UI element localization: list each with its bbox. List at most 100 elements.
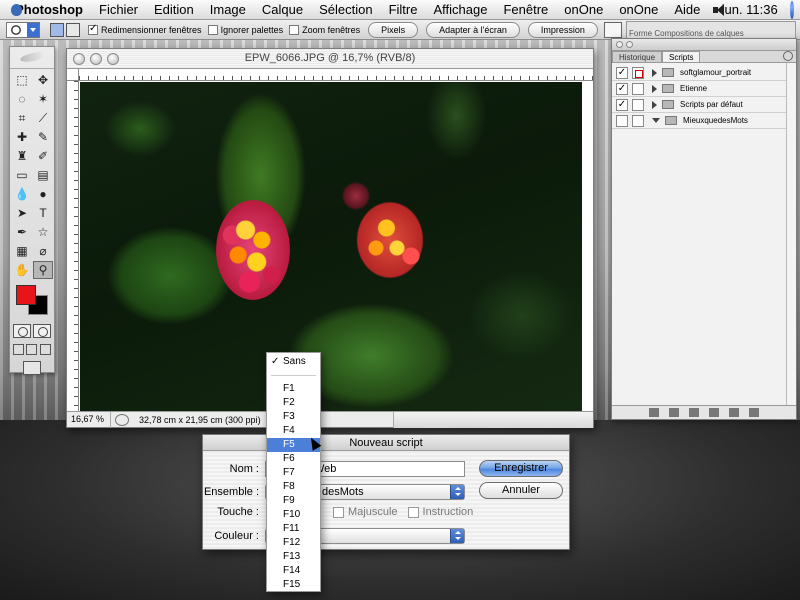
crop-tool-icon[interactable]: ⌗ (12, 109, 32, 127)
zoom-in-button[interactable] (50, 22, 64, 37)
palette-minimize-button[interactable] (626, 41, 633, 48)
dropdown-item[interactable]: F6 (267, 452, 320, 466)
action-set-row[interactable]: ✓ Etienne (612, 81, 796, 97)
dropdown-item[interactable]: F9 (267, 494, 320, 508)
palette-well-tabs[interactable]: Forme Compositions de calques (626, 20, 796, 39)
path-selection-tool-icon[interactable]: ➤ (12, 204, 32, 222)
action-set-row[interactable]: MieuxquedesMots (612, 113, 796, 129)
menu-edition[interactable]: Edition (146, 0, 202, 20)
document-titlebar[interactable]: EPW_6066.JPG @ 16,7% (RVB/8) (67, 49, 593, 69)
gradient-tool-icon[interactable]: ▤ (33, 166, 53, 184)
shape-tool-icon[interactable]: ☆ (33, 223, 53, 241)
print-size-button[interactable]: Impression (527, 21, 598, 38)
jump-to-imageready-icon[interactable] (23, 361, 41, 375)
zoom-tool-icon[interactable]: ⚲ (33, 261, 53, 279)
palette-close-button[interactable] (616, 41, 623, 48)
ruler-origin[interactable] (67, 69, 79, 81)
disclosure-triangle-icon[interactable] (652, 118, 660, 123)
menu-filtre[interactable]: Filtre (381, 0, 426, 20)
info-icon[interactable] (115, 413, 129, 426)
full-screen-icon[interactable] (39, 344, 51, 355)
menu-onone-1[interactable]: onOne (556, 0, 611, 20)
record-icon[interactable] (669, 408, 679, 417)
menu-fichier[interactable]: Fichier (91, 0, 146, 20)
blur-tool-icon[interactable]: 💧 (12, 185, 32, 203)
dropdown-item[interactable]: F15 (267, 578, 320, 592)
toggle-dialog-checkbox[interactable] (632, 66, 644, 79)
toggle-dialog-checkbox[interactable] (632, 82, 644, 95)
dropdown-item-sans[interactable]: Sans (267, 355, 320, 369)
eyedropper-tool-icon[interactable]: ⌀ (33, 242, 53, 260)
type-tool-icon[interactable]: T (33, 204, 53, 222)
horizontal-ruler[interactable] (79, 69, 593, 81)
menubar-clock[interactable]: lun. 11:36 (714, 0, 786, 20)
lasso-tool-icon[interactable]: ◌ (12, 90, 32, 108)
dropdown-item[interactable]: F14 (267, 564, 320, 578)
dropdown-item[interactable]: F12 (267, 536, 320, 550)
hand-tool-icon[interactable]: ✋ (12, 261, 32, 279)
brush-tool-icon[interactable]: ✎ (33, 128, 53, 146)
clone-stamp-tool-icon[interactable]: ♜ (12, 147, 32, 165)
toggle-item-checkbox[interactable]: ✓ (616, 66, 628, 79)
disclosure-triangle-icon[interactable] (652, 84, 657, 93)
slice-tool-icon[interactable]: ⟋ (33, 109, 53, 127)
dropdown-item[interactable]: F11 (267, 522, 320, 536)
full-screen-menu-icon[interactable] (26, 344, 38, 355)
toggle-item-checkbox[interactable]: ✓ (616, 98, 628, 111)
standard-mode-icon[interactable] (13, 324, 31, 338)
dropdown-item[interactable]: F7 (267, 466, 320, 480)
menu-onone-2[interactable]: onOne (611, 0, 666, 20)
document-size[interactable]: 32,78 cm x 21,95 cm (300 ppi) (133, 415, 261, 425)
toggle-dialog-checkbox[interactable] (632, 114, 644, 127)
horizontal-scrollbar[interactable] (393, 411, 593, 428)
tab-scripts[interactable]: Scripts (662, 51, 701, 62)
dropdown-item[interactable]: F13 (267, 550, 320, 564)
dropdown-item[interactable]: F8 (267, 480, 320, 494)
zoom-level-field[interactable]: 16,67 % (67, 411, 111, 428)
zoom-out-button[interactable] (66, 22, 80, 37)
stop-icon[interactable] (649, 408, 659, 417)
menu-calque[interactable]: Calque (254, 0, 311, 20)
palette-titlebar[interactable] (612, 39, 796, 51)
standard-screen-icon[interactable] (13, 344, 25, 355)
disclosure-triangle-icon[interactable] (652, 100, 657, 109)
ignore-palettes-checkbox[interactable]: Ignorer palettes (207, 24, 283, 35)
file-browser-icon[interactable] (604, 21, 622, 38)
menu-fenetre[interactable]: Fenêtre (495, 0, 556, 20)
dropdown-item[interactable]: F2 (267, 396, 320, 410)
history-brush-tool-icon[interactable]: ✐ (33, 147, 53, 165)
zoom-all-windows-checkbox[interactable]: Zoom fenêtres (289, 24, 360, 35)
tool-preset-picker[interactable] (6, 21, 40, 38)
foreground-color-swatch[interactable] (16, 285, 36, 305)
action-set-row[interactable]: ✓ Scripts par défaut (612, 97, 796, 113)
palette-scrollbar[interactable] (786, 63, 796, 405)
adobe-feather-icon[interactable] (10, 47, 54, 69)
palette-menu-icon[interactable] (783, 51, 793, 61)
dodge-tool-icon[interactable]: ● (33, 185, 53, 203)
magic-wand-tool-icon[interactable]: ✶ (33, 90, 53, 108)
notes-tool-icon[interactable]: ▦ (12, 242, 32, 260)
dropdown-item[interactable]: F1 (267, 382, 320, 396)
image-canvas[interactable] (80, 82, 582, 416)
apple-icon[interactable] (0, 0, 23, 20)
actual-pixels-button[interactable]: Pixels (368, 21, 419, 38)
new-action-icon[interactable] (729, 408, 739, 417)
dropdown-item[interactable]: F3 (267, 410, 320, 424)
resize-windows-checkbox[interactable]: Redimensionner fenêtres (88, 23, 202, 35)
trash-icon[interactable] (749, 408, 759, 417)
quick-mask-mode-icon[interactable] (33, 324, 51, 338)
shift-checkbox[interactable]: Majuscule (333, 506, 398, 518)
spotlight-icon[interactable] (789, 0, 794, 19)
disclosure-triangle-icon[interactable] (652, 68, 657, 77)
save-button[interactable]: Enregistrer (479, 460, 563, 477)
toggle-item-checkbox[interactable]: ✓ (616, 82, 628, 95)
volume-icon[interactable] (708, 0, 726, 20)
play-icon[interactable] (689, 408, 699, 417)
menu-aide[interactable]: Aide (666, 0, 708, 20)
new-set-icon[interactable] (709, 408, 719, 417)
pen-tool-icon[interactable]: ✒ (12, 223, 32, 241)
menu-affichage[interactable]: Affichage (425, 0, 495, 20)
command-checkbox[interactable]: Instruction (407, 506, 473, 518)
eraser-tool-icon[interactable]: ▭ (12, 166, 32, 184)
marquee-tool-icon[interactable]: ⬚ (12, 71, 32, 89)
